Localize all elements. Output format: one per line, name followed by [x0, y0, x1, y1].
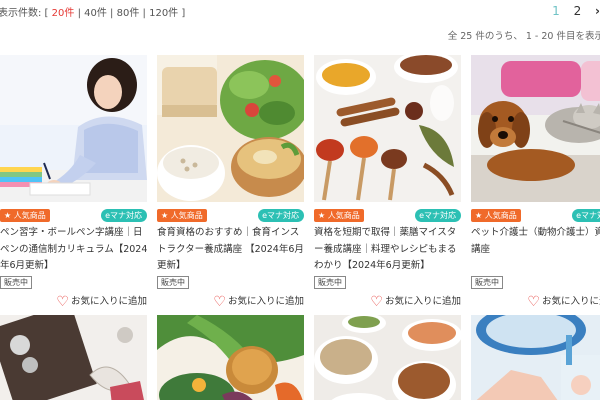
result-count: 全 25 件のうち、 1 - 20 件目を表示	[447, 31, 600, 42]
page-link-1[interactable]: 1	[552, 4, 560, 18]
product-image-pet[interactable]	[471, 55, 600, 202]
emana-badge: eマナ対応	[415, 209, 461, 222]
per-page-option-40[interactable]: 40件	[84, 8, 107, 19]
add-favorite-label: お気に入りに追加	[227, 296, 304, 307]
chevron-right-icon[interactable]: ›	[595, 4, 600, 18]
add-favorite-label: お気に入りに追加	[541, 296, 600, 307]
emana-badge: eマナ対応	[572, 209, 600, 222]
product-image-vegetables[interactable]	[157, 315, 304, 400]
product-image-spice[interactable]	[314, 55, 461, 202]
status-badge: 販売中	[314, 276, 346, 289]
add-favorite-button[interactable]: ♡お気に入りに追加	[213, 293, 304, 310]
product-image-pen[interactable]	[0, 55, 147, 202]
badge-row: ★ 人気商品 eマナ対応	[0, 209, 147, 223]
per-page-selector: 表示件数: [ 20件 | 40件 | 80件 | 120件 ]	[0, 8, 186, 19]
badge-row: ★ 人気商品 eマナ対応	[471, 209, 600, 223]
product-image-jewelry[interactable]	[0, 315, 147, 400]
status-badge: 販売中	[0, 276, 32, 289]
per-page-label: 表示件数: [	[0, 8, 49, 19]
heart-icon: ♡	[213, 294, 226, 310]
badge-row: ★ 人気商品 eマナ対応	[314, 209, 461, 223]
product-image-food[interactable]	[157, 55, 304, 202]
popular-badge: ★ 人気商品	[0, 209, 50, 222]
emana-badge: eマナ対応	[258, 209, 304, 222]
product-title[interactable]: ペン習字・ボールペン字講座｜日ペンの通信制カリキュラム【2024年6月更新】	[0, 225, 149, 275]
popular-badge: ★ 人気商品	[314, 209, 364, 222]
add-favorite-button[interactable]: ♡お気に入りに追加	[370, 293, 461, 310]
heart-icon: ♡	[527, 294, 540, 310]
pagination: 1 2 ›	[542, 4, 600, 18]
heart-icon: ♡	[56, 294, 69, 310]
status-badge: 販売中	[471, 276, 503, 289]
listing-toolbar: 表示件数: [ 20件 | 40件 | 80件 | 120件 ] 1 2 ›	[0, 0, 600, 24]
add-favorite-button[interactable]: ♡お気に入りに追加	[56, 293, 147, 310]
add-favorite-label: お気に入りに追加	[384, 296, 461, 307]
page-link-2[interactable]: 2	[574, 4, 582, 18]
popular-badge: ★ 人気商品	[157, 209, 207, 222]
product-title[interactable]: 食育資格のおすすめ｜食育インストラクター養成講座 【2024年6月更新】	[157, 225, 306, 275]
add-favorite-button[interactable]: ♡お気に入りに追加	[527, 293, 600, 310]
per-page-option-20[interactable]: 20件	[52, 8, 75, 19]
product-title[interactable]: 資格を短期で取得｜薬膳マイスター養成講座｜料理やレシピもまるわかり【2024年6…	[314, 225, 463, 275]
emana-badge: eマナ対応	[101, 209, 147, 222]
product-title[interactable]: ペット介護士（動物介護士）資格講座	[471, 225, 600, 258]
add-favorite-label: お気に入りに追加	[70, 296, 147, 307]
popular-badge: ★ 人気商品	[471, 209, 521, 222]
product-image-grains[interactable]	[314, 315, 461, 400]
per-page-option-80[interactable]: 80件	[117, 8, 140, 19]
badge-row: ★ 人気商品 eマナ対応	[157, 209, 304, 223]
heart-icon: ♡	[370, 294, 383, 310]
product-image-aroma[interactable]	[471, 315, 600, 400]
per-page-option-120[interactable]: 120件	[149, 8, 178, 19]
status-badge: 販売中	[157, 276, 189, 289]
per-page-close: ]	[181, 8, 186, 19]
